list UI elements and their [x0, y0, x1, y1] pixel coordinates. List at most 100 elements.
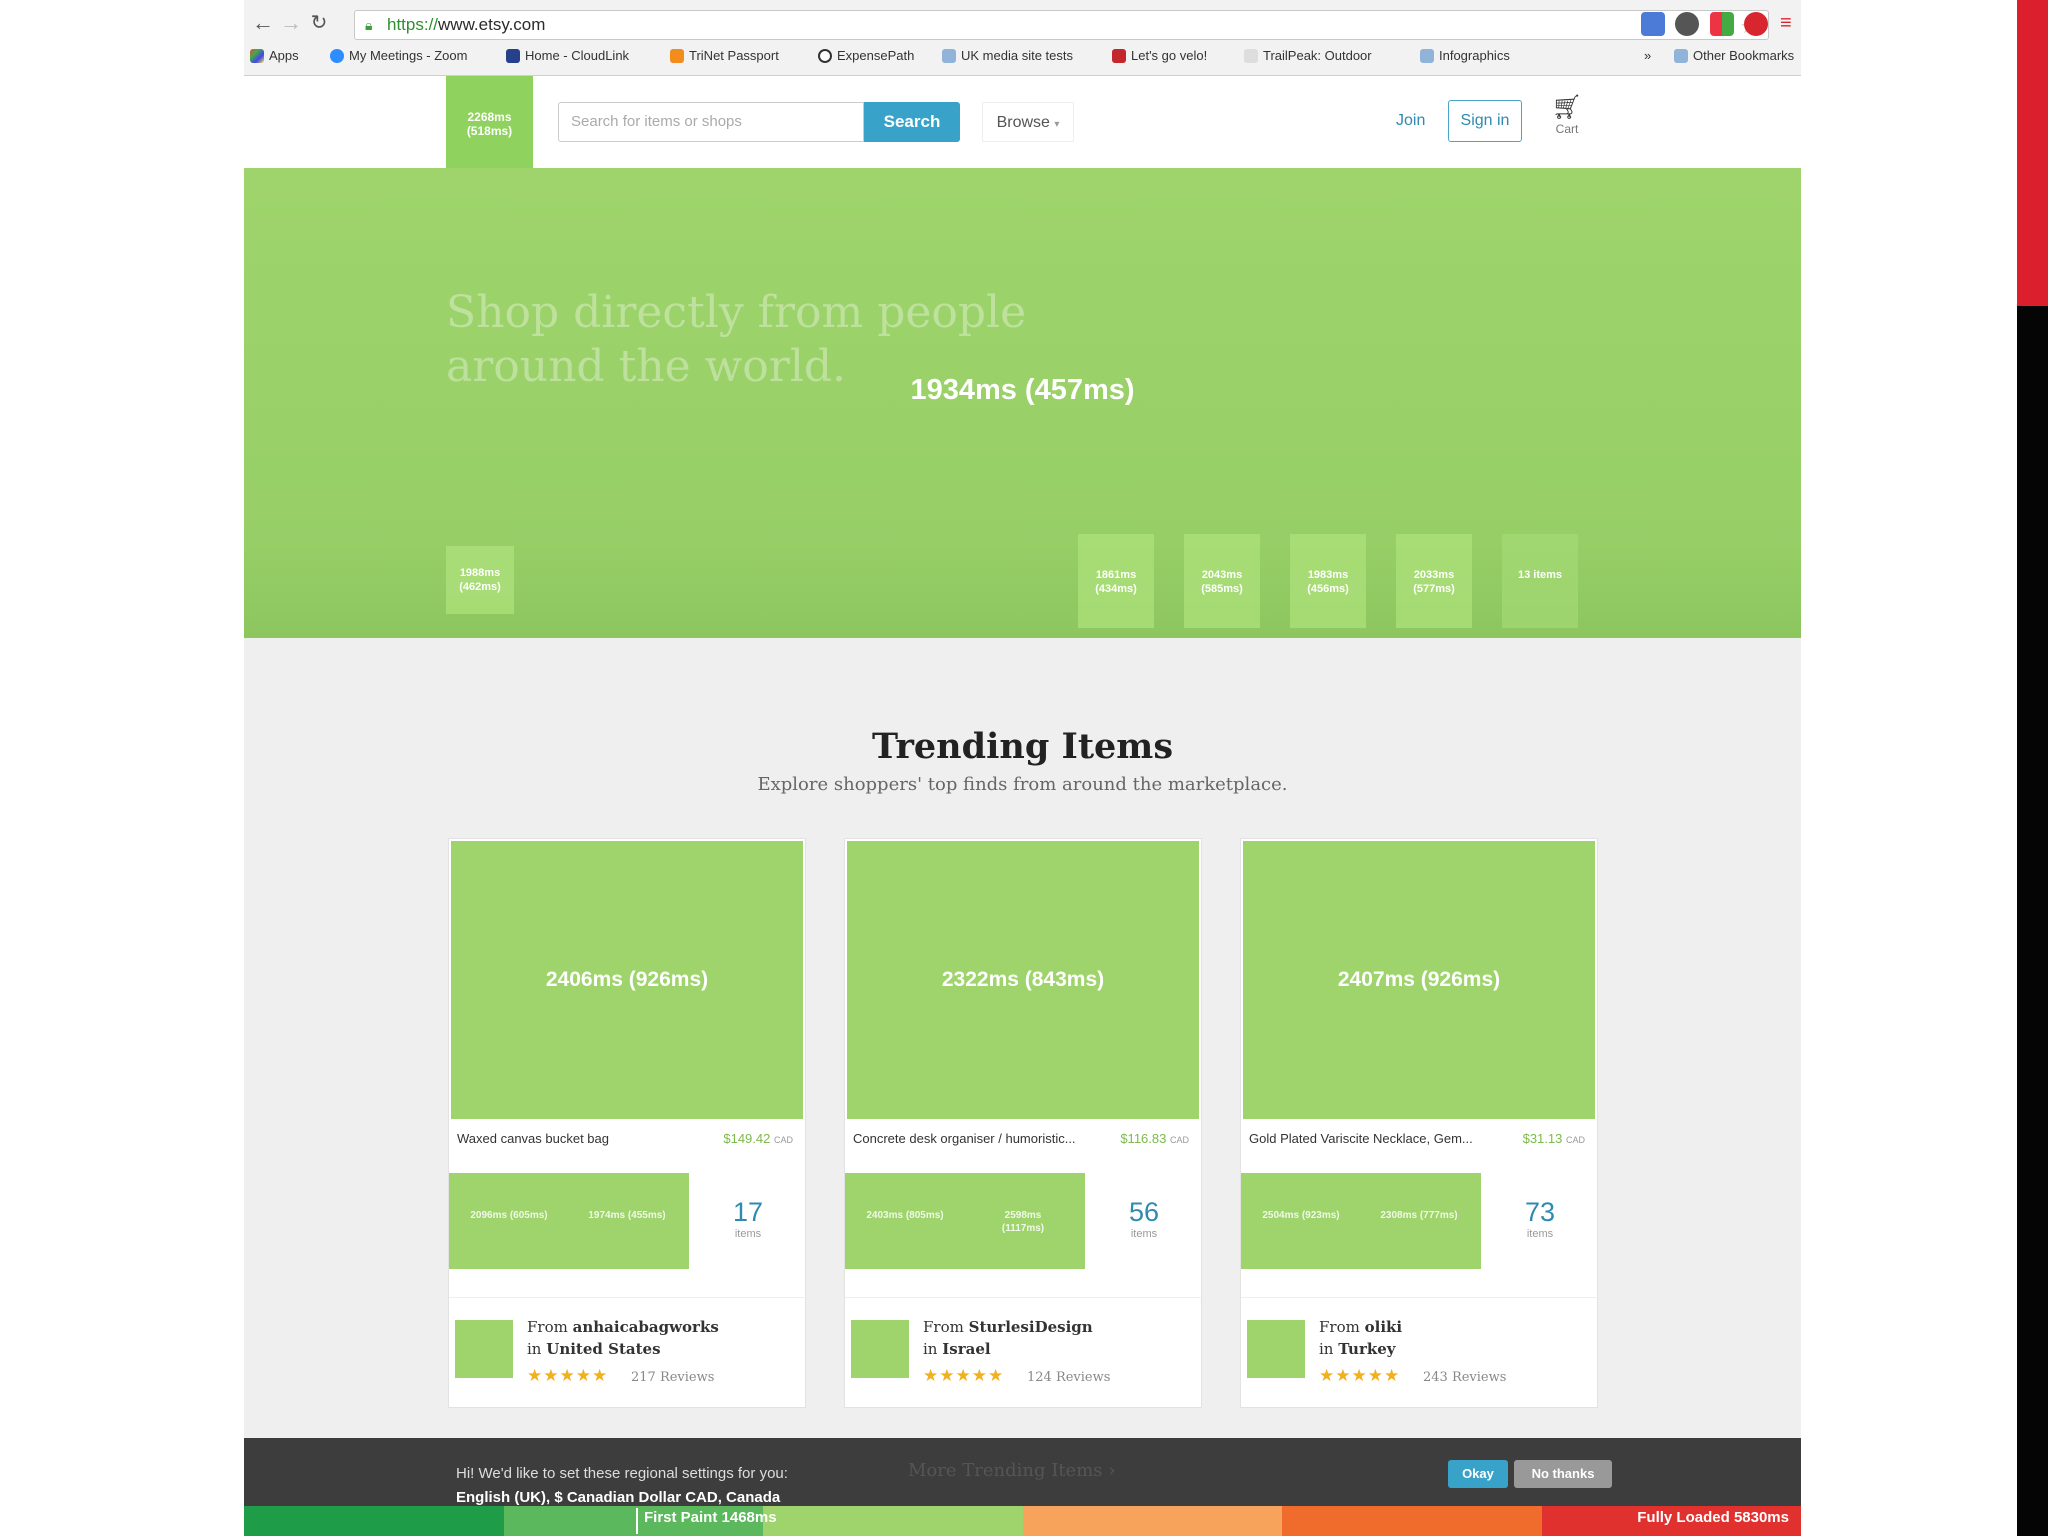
hero-tile[interactable]: 2033ms (577ms): [1396, 534, 1472, 628]
trinet-icon: [670, 48, 684, 63]
item-count[interactable]: 56 items: [1085, 1173, 1203, 1269]
more-trending-link[interactable]: More Trending Items ›: [908, 1460, 1115, 1481]
bookmark-zoom[interactable]: My Meetings - Zoom: [330, 48, 467, 63]
review-count: 124 Reviews: [1027, 1370, 1111, 1385]
section-subtitle: Explore shoppers' top finds from around …: [757, 774, 1288, 795]
cart-label: Cart: [1555, 122, 1579, 136]
price-currency: CAD: [1565, 1135, 1585, 1145]
hero-tile-more[interactable]: 13 items: [1502, 534, 1578, 628]
count-unit: items: [734, 1228, 762, 1240]
product-price: $31.13 CAD: [1516, 1131, 1585, 1146]
url-scheme: https://: [387, 15, 439, 34]
trending-card[interactable]: 2407ms (926ms) Gold Plated Variscite Nec…: [1240, 838, 1599, 1408]
okay-button[interactable]: Okay: [1448, 1460, 1508, 1488]
folder-icon: [1674, 48, 1688, 63]
shop-name[interactable]: anhaicabagworks: [573, 1318, 719, 1336]
url-host: www.etsy.com: [438, 15, 546, 34]
shop-name[interactable]: oliki: [1365, 1318, 1403, 1336]
bookmarks-overflow-icon[interactable]: »: [1644, 48, 1651, 63]
shop-origin: From SturlesiDesign in Israel: [923, 1316, 1093, 1360]
item-count[interactable]: 17 items: [689, 1173, 807, 1269]
product-image[interactable]: 2322ms (843ms): [847, 841, 1199, 1119]
side-accent-black: [2017, 306, 2048, 1536]
shop-country: United States: [546, 1340, 661, 1358]
shop-thumbnails[interactable]: 2096ms (605ms) 1974ms (455ms): [449, 1173, 689, 1269]
shop-info[interactable]: From anhaicabagworks in United States ★★★…: [449, 1297, 807, 1407]
bookmark-velo[interactable]: Let's go velo!: [1112, 48, 1207, 63]
address-bar[interactable]: 🔒︎ https://www.etsy.com ☆: [354, 10, 1769, 40]
hero-tile[interactable]: 2043ms (585ms): [1184, 534, 1260, 628]
trending-section: Trending Items Explore shoppers' top fin…: [244, 638, 1801, 1438]
thumb-timing: 2403ms (805ms): [866, 1210, 944, 1221]
bookmark-other[interactable]: Other Bookmarks: [1674, 48, 1794, 63]
trending-card[interactable]: 2406ms (926ms) Waxed canvas bucket bag $…: [448, 838, 807, 1408]
rating-stars: ★★★★★: [1319, 1366, 1401, 1385]
search-button[interactable]: Search: [864, 102, 960, 142]
folder-icon: [1420, 48, 1434, 63]
bookmark-uk-media[interactable]: UK media site tests: [942, 48, 1073, 63]
zoom-icon: [330, 48, 344, 63]
url-text: https://www.etsy.com: [387, 15, 545, 35]
trailpeak-icon: [1244, 48, 1258, 63]
banner-line2: English (UK), $ Canadian Dollar CAD, Can…: [456, 1489, 781, 1506]
first-paint-marker: First Paint 1468ms: [636, 1508, 777, 1534]
shop-info[interactable]: From SturlesiDesign in Israel ★★★★★ 124 R…: [845, 1297, 1203, 1407]
shop-country: Israel: [942, 1340, 991, 1358]
shop-thumbnails[interactable]: 2504ms (923ms) 2308ms (777ms): [1241, 1173, 1481, 1269]
pinterest-icon[interactable]: [1744, 12, 1768, 36]
shop-avatar[interactable]: [851, 1320, 909, 1378]
extension-icon[interactable]: [1641, 12, 1665, 36]
shop-avatar[interactable]: [1247, 1320, 1305, 1378]
trending-card[interactable]: 2322ms (843ms) Concrete desk organiser /…: [844, 838, 1203, 1408]
bookmarks-bar: Apps My Meetings - Zoom Home - CloudLink…: [250, 46, 1795, 70]
reload-icon[interactable]: ↻: [306, 10, 332, 36]
back-icon[interactable]: ←: [250, 10, 276, 36]
browser-window: ← → ↻ 🔒︎ https://www.etsy.com ☆ ≡ Apps M…: [244, 0, 1801, 1536]
side-accent-red: [2017, 0, 2048, 306]
item-count[interactable]: 73 items: [1481, 1173, 1599, 1269]
bookmark-label: Apps: [269, 48, 299, 63]
timeline-segment: [1282, 1506, 1542, 1536]
bookmark-trailpeak[interactable]: TrailPeak: Outdoor: [1244, 48, 1372, 63]
shop-thumbnails[interactable]: 2403ms (805ms) 2598ms (1117ms): [845, 1173, 1085, 1269]
bookmark-label: Other Bookmarks: [1693, 48, 1795, 63]
shop-avatar[interactable]: [455, 1320, 513, 1378]
cart-button[interactable]: 🛒︎ Cart: [1550, 94, 1584, 146]
search-input[interactable]: Search for items or shops: [558, 102, 864, 142]
extension-circle-icon[interactable]: [1675, 12, 1699, 36]
from-label: From: [923, 1318, 964, 1336]
browse-dropdown[interactable]: Browse ▾: [982, 102, 1074, 142]
bookmark-expensepath[interactable]: ExpensePath: [818, 48, 914, 63]
shop-info[interactable]: From oliki in Turkey ★★★★★ 243 Reviews: [1241, 1297, 1599, 1407]
no-thanks-button[interactable]: No thanks: [1514, 1460, 1612, 1488]
overflow-label: »: [1644, 48, 1652, 63]
chevron-down-icon: ▾: [1054, 119, 1060, 130]
bookmark-cloudlink[interactable]: Home - CloudLink: [506, 48, 629, 63]
forward-icon[interactable]: →: [278, 10, 304, 36]
shop-name[interactable]: SturlesiDesign: [969, 1318, 1093, 1336]
hero-timing: 1934ms (457ms): [910, 374, 1135, 406]
hero-avatar-timing[interactable]: 1988ms (462ms): [446, 546, 514, 614]
extension-color-icon[interactable]: [1710, 12, 1734, 36]
hero-tile[interactable]: 1861ms (434ms): [1078, 534, 1154, 628]
sign-in-button[interactable]: Sign in: [1448, 100, 1522, 142]
site-logo[interactable]: 2268ms (518ms): [446, 76, 533, 168]
menu-icon[interactable]: ≡: [1780, 12, 1796, 36]
bookmark-infographics[interactable]: Infographics: [1420, 48, 1510, 63]
apps-icon: [250, 48, 264, 63]
thumb-timing: 2504ms (923ms): [1262, 1210, 1340, 1221]
bookmark-trinet[interactable]: TriNet Passport: [670, 48, 779, 63]
product-image[interactable]: 2407ms (926ms): [1243, 841, 1595, 1119]
cloudlink-icon: [506, 48, 520, 63]
join-link[interactable]: Join: [1396, 112, 1425, 130]
banner-message: Hi! We'd like to set these regional sett…: [456, 1462, 788, 1510]
price-currency: CAD: [1169, 1135, 1189, 1145]
in-label: in: [527, 1340, 542, 1358]
price-currency: CAD: [773, 1135, 793, 1145]
product-image[interactable]: 2406ms (926ms): [451, 841, 803, 1119]
bookmark-apps[interactable]: Apps: [250, 48, 299, 63]
from-label: From: [527, 1318, 568, 1336]
count-number: 17: [732, 1197, 764, 1227]
price-value: $149.42: [723, 1131, 771, 1146]
hero-tile[interactable]: 1983ms (456ms): [1290, 534, 1366, 628]
